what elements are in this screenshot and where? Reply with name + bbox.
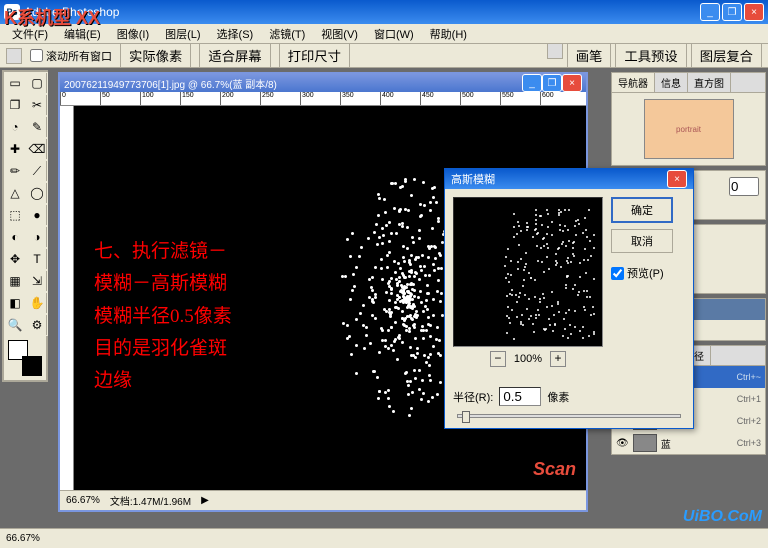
statusbar: 66.67% [0, 528, 768, 548]
radius-slider[interactable] [457, 414, 681, 418]
horizontal-ruler: 050100150200250300350400450500550600 [60, 92, 586, 106]
tool-13[interactable]: ● [26, 204, 48, 226]
actual-pixels-button[interactable]: 实际像素 [120, 43, 191, 68]
chevron-right-icon[interactable]: ▶ [201, 495, 209, 506]
tool-11[interactable]: ◯ [26, 182, 48, 204]
uibo-watermark: UiBO.CoM [683, 508, 762, 526]
app-titlebar: Ps Adobe Photoshop _ ❐ × [0, 0, 768, 24]
gaussian-blur-dialog: 高斯模糊 × − 100% + 确定 取消 预览(P) 半径(R): 像素 [444, 168, 694, 429]
menu-select[interactable]: 选择(S) [209, 24, 262, 44]
tool-8[interactable]: ✏ [4, 160, 26, 182]
doc-close-button[interactable]: × [562, 74, 582, 92]
slider-thumb[interactable] [462, 411, 470, 423]
tool-5[interactable]: ✎ [26, 116, 48, 138]
tab-histogram[interactable]: 直方图 [688, 73, 731, 92]
file-browser-icon[interactable] [547, 43, 563, 59]
hand-tool-icon [6, 48, 22, 64]
channel-thumb [633, 434, 657, 452]
doc-maximize-button[interactable]: ❐ [542, 74, 562, 92]
dialog-close-button[interactable]: × [667, 170, 687, 188]
vertical-ruler [60, 106, 74, 490]
navigator-preview[interactable]: portrait [644, 99, 734, 159]
radius-unit: 像素 [547, 389, 569, 405]
annotation-text: 七、执行滤镜－模糊－高斯模糊模糊半径0.5像素目的是羽化雀斑边缘 [94, 236, 232, 397]
tool-2[interactable]: ❐ [4, 94, 26, 116]
tool-14[interactable]: ◐ [4, 226, 26, 248]
zoom-out-button[interactable]: − [490, 351, 506, 367]
menubar: 文件(F) 编辑(E) 图像(I) 图层(L) 选择(S) 滤镜(T) 视图(V… [0, 24, 768, 44]
radius-input[interactable] [499, 387, 541, 406]
menu-window[interactable]: 窗口(W) [366, 24, 422, 44]
doc-minimize-button[interactable]: _ [522, 74, 542, 92]
tool-10[interactable]: △ [4, 182, 26, 204]
app-title: Adobe Photoshop [24, 5, 700, 19]
tool-22[interactable]: 🔍 [4, 314, 26, 336]
watermark-overlay: K系机型 XX [4, 4, 100, 30]
tool-18[interactable]: ▦ [4, 270, 26, 292]
preview-checkbox[interactable]: 预览(P) [611, 265, 673, 281]
color-swatch[interactable] [8, 340, 42, 376]
tool-12[interactable]: ⬚ [4, 204, 26, 226]
dialog-titlebar: 高斯模糊 × [445, 169, 693, 189]
tool-21[interactable]: ✋ [26, 292, 48, 314]
menu-filter[interactable]: 滤镜(T) [261, 24, 313, 44]
tool-6[interactable]: ✚ [4, 138, 26, 160]
workspace: ▭▢❐✂◔✎✚⌫✏⟋△◯⬚●◐◑✥T▦⇲◧✋🔍⚙ 200762119497737… [0, 68, 768, 528]
zoom-percent: 100% [514, 353, 542, 365]
maximize-button[interactable]: ❐ [722, 3, 742, 21]
ok-button[interactable]: 确定 [611, 197, 673, 223]
menu-layer[interactable]: 图层(L) [157, 24, 208, 44]
toolbox: ▭▢❐✂◔✎✚⌫✏⟋△◯⬚●◐◑✥T▦⇲◧✋🔍⚙ [2, 70, 48, 382]
tool-19[interactable]: ⇲ [26, 270, 48, 292]
brushes-tab[interactable]: 画笔 [567, 43, 612, 68]
channel-shortcut: Ctrl+~ [736, 372, 761, 382]
tool-7[interactable]: ⌫ [26, 138, 48, 160]
status-zoom: 66.67% [6, 533, 40, 544]
tool-9[interactable]: ⟋ [26, 160, 48, 182]
zoom-in-button[interactable]: + [550, 351, 566, 367]
tool-0[interactable]: ▭ [4, 72, 26, 94]
tab-info[interactable]: 信息 [655, 73, 688, 92]
tool-3[interactable]: ✂ [26, 94, 48, 116]
fit-screen-button[interactable]: 适合屏幕 [199, 43, 270, 68]
channel-shortcut: Ctrl+3 [737, 438, 761, 448]
tool-20[interactable]: ◧ [4, 292, 26, 314]
document-title: 20076211949773706[1].jpg @ 66.7%(蓝 副本/8) [64, 76, 522, 91]
tool-presets-tab[interactable]: 工具预设 [615, 43, 686, 68]
eye-icon[interactable]: 👁 [616, 438, 629, 449]
menu-help[interactable]: 帮助(H) [422, 24, 475, 44]
dialog-preview[interactable] [453, 197, 603, 347]
print-size-button[interactable]: 打印尺寸 [279, 43, 350, 68]
document-titlebar: 20076211949773706[1].jpg @ 66.7%(蓝 副本/8)… [60, 74, 586, 92]
menu-image[interactable]: 图像(I) [109, 24, 157, 44]
tab-navigator[interactable]: 导航器 [612, 73, 655, 92]
tool-15[interactable]: ◑ [26, 226, 48, 248]
tool-4[interactable]: ◔ [4, 116, 26, 138]
opacity-input[interactable] [729, 177, 759, 196]
dialog-title: 高斯模糊 [451, 171, 667, 187]
channel-row-蓝[interactable]: 👁 蓝 Ctrl+3 [612, 432, 765, 454]
cancel-button[interactable]: 取消 [611, 229, 673, 253]
doc-zoom: 66.67% [66, 495, 100, 506]
channel-shortcut: Ctrl+1 [737, 394, 761, 404]
channel-shortcut: Ctrl+2 [737, 416, 761, 426]
tool-16[interactable]: ✥ [4, 248, 26, 270]
tool-17[interactable]: T [26, 248, 48, 270]
minimize-button[interactable]: _ [700, 3, 720, 21]
options-bar: 滚动所有窗口 实际像素 适合屏幕 打印尺寸 画笔 工具预设 图层复合 [0, 44, 768, 68]
tool-23[interactable]: ⚙ [26, 314, 48, 336]
document-statusbar: 66.67% 文档:1.47M/1.96M ▶ [60, 490, 586, 510]
channel-name: 蓝 [661, 436, 733, 451]
navigator-panel: 导航器 信息 直方图 portrait [611, 72, 766, 166]
scroll-all-checkbox[interactable]: 滚动所有窗口 [30, 48, 112, 64]
layer-comps-tab[interactable]: 图层复合 [691, 43, 762, 68]
menu-view[interactable]: 视图(V) [313, 24, 366, 44]
tool-1[interactable]: ▢ [26, 72, 48, 94]
close-button[interactable]: × [744, 3, 764, 21]
radius-label: 半径(R): [453, 389, 493, 405]
background-color[interactable] [22, 356, 42, 376]
doc-size: 文档:1.47M/1.96M [110, 493, 191, 508]
